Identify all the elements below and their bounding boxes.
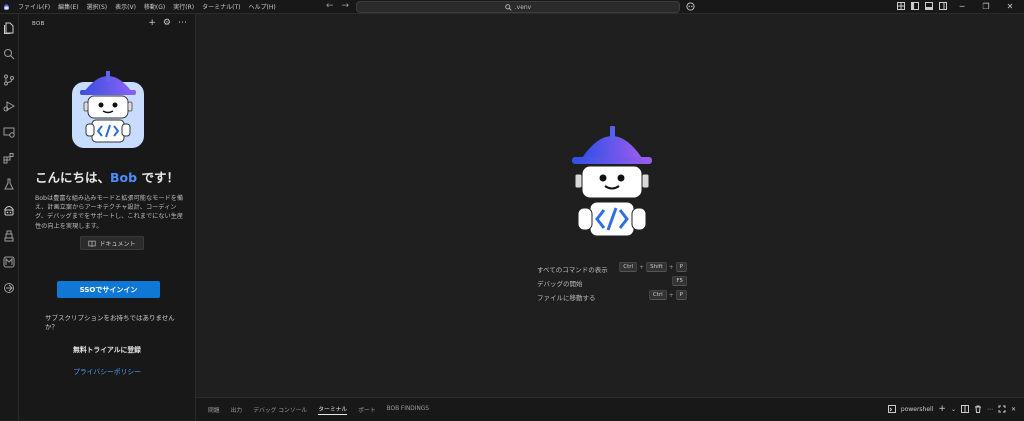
- key-cap: F5: [672, 276, 687, 286]
- tab-terminal[interactable]: ターミナル: [318, 404, 348, 415]
- bob-robot-watermark-icon: [572, 126, 652, 237]
- subscription-question: サブスクリプションをお持ちではありませんか？: [45, 314, 175, 331]
- greeting-suffix: です！: [137, 170, 179, 185]
- editor-welcome-area: すべてのコマンドの表示 Ctrl + Shift + P デバッグの開始 F5 ファ…: [196, 14, 1024, 397]
- menu-help[interactable]: ヘルプ(H): [248, 2, 275, 11]
- more-actions-icon[interactable]: ⋯: [178, 19, 187, 28]
- menu-bar: ファイル(F) 編集(E) 選択(S) 表示(V) 移動(G) 実行(R) ター…: [18, 0, 276, 13]
- tab-problems[interactable]: 問題: [208, 405, 220, 414]
- key-cap: Ctrl: [648, 290, 667, 300]
- bob-logo-icon: [72, 71, 144, 148]
- extensions-icon[interactable]: [3, 152, 15, 164]
- menu-go[interactable]: 移動(G): [144, 2, 165, 11]
- tab-output[interactable]: 出力: [231, 405, 243, 414]
- shortcut-label: ファイルに移動する: [537, 294, 596, 302]
- testing-flask-icon[interactable]: [3, 178, 15, 190]
- key-cap: P: [675, 290, 687, 300]
- activity-bar: [0, 14, 19, 420]
- run-debug-icon[interactable]: [3, 100, 16, 112]
- title-bar: ファイル(F) 編集(E) 選択(S) 表示(V) 移動(G) 実行(R) ター…: [0, 0, 1024, 14]
- key-cap: P: [675, 262, 687, 272]
- shortcut-row-go-to-file[interactable]: ファイルに移動する Ctrl + P: [537, 290, 687, 304]
- bob-sidebar: BOB + ⚙ ⋯ こんにちは、Bob です！ Bobは豊富な組み込みモードと拡…: [19, 14, 196, 420]
- trash-icon[interactable]: [974, 405, 982, 413]
- settings-gear-icon[interactable]: ⚙: [163, 19, 171, 28]
- menu-file[interactable]: ファイル(F): [18, 2, 50, 11]
- key-cap: Shift: [646, 262, 667, 272]
- greeting-name: Bob: [110, 170, 138, 185]
- toggle-secondary-sidebar-icon[interactable]: [939, 2, 947, 10]
- menu-selection[interactable]: 選択(S): [87, 2, 108, 11]
- tab-debug-console[interactable]: デバッグ コンソール: [253, 405, 307, 414]
- tab-ports[interactable]: ポート: [358, 405, 375, 414]
- back-arrow-icon[interactable]: ←: [326, 1, 334, 12]
- panel-bar: 問題 出力 デバッグ コンソール ターミナル ポート BOB FINDINGS …: [196, 397, 1024, 421]
- tower-icon[interactable]: [3, 230, 15, 242]
- documentation-button[interactable]: ドキュメント: [80, 236, 144, 250]
- menu-terminal[interactable]: ターミナル(T): [202, 2, 240, 11]
- shortcut-list: すべてのコマンドの表示 Ctrl + Shift + P デバッグの開始 F5 ファ…: [537, 262, 687, 304]
- toggle-panel-icon[interactable]: [925, 2, 933, 10]
- source-control-icon[interactable]: [3, 74, 15, 86]
- menu-edit[interactable]: 編集(E): [58, 2, 78, 11]
- key-cap: Ctrl: [619, 262, 638, 272]
- close-button[interactable]: ✕: [998, 0, 1022, 13]
- shortcut-row-show-all-commands[interactable]: すべてのコマンドの表示 Ctrl + Shift + P: [537, 262, 687, 276]
- bob-robot-icon[interactable]: [3, 204, 15, 216]
- restore-button[interactable]: ❐: [974, 0, 998, 13]
- tab-bob-findings[interactable]: BOB FINDINGS: [387, 406, 429, 412]
- terminal-icon: [887, 405, 896, 413]
- privacy-policy-link[interactable]: プライバシーポリシー: [19, 366, 195, 376]
- documentation-label: ドキュメント: [99, 240, 136, 248]
- greeting-prefix: こんにちは、: [35, 170, 111, 185]
- shortcut-row-start-debugging[interactable]: デバッグの開始 F5: [537, 276, 687, 290]
- free-trial-link[interactable]: 無料トライアルに登録: [19, 344, 195, 354]
- sync-icon[interactable]: [3, 282, 15, 294]
- shortcut-label: すべてのコマンドの表示: [537, 266, 608, 274]
- command-center-search[interactable]: .venv: [356, 1, 680, 13]
- sidebar-title: BOB: [32, 21, 45, 27]
- toggle-sidebar-icon[interactable]: [911, 2, 919, 10]
- layout-customize-icon[interactable]: [897, 2, 905, 10]
- search-text: .venv: [514, 3, 532, 11]
- sso-signin-button[interactable]: SSOでサインイン: [57, 281, 160, 298]
- new-chat-plus-icon[interactable]: +: [148, 19, 156, 28]
- remote-explorer-icon[interactable]: [3, 126, 15, 138]
- greeting-heading: こんにちは、Bob です！: [19, 167, 195, 186]
- panel-more-icon[interactable]: ⋯: [987, 406, 993, 413]
- menu-run[interactable]: 実行(R): [173, 2, 194, 11]
- explorer-icon[interactable]: [3, 22, 15, 34]
- maximize-panel-icon[interactable]: [998, 405, 1006, 413]
- search-icon: [505, 3, 512, 11]
- close-panel-icon[interactable]: ✕: [1011, 406, 1016, 413]
- new-terminal-plus-icon[interactable]: +: [938, 404, 946, 414]
- terminal-name[interactable]: powershell: [901, 406, 934, 413]
- copilot-icon[interactable]: [686, 2, 695, 11]
- terminal-dropdown-chevron-icon[interactable]: ⌄: [951, 406, 956, 413]
- minimize-button[interactable]: ─: [950, 0, 974, 13]
- forward-arrow-icon[interactable]: →: [342, 1, 350, 12]
- book-icon: [88, 240, 97, 247]
- menu-view[interactable]: 表示(V): [115, 2, 136, 11]
- shortcut-label: デバッグの開始: [537, 280, 583, 288]
- bob-description: Bobは豊富な組み込みモードと拡張可能なモードを備え、計画立案からアーキテクチャ…: [35, 195, 184, 230]
- search-view-icon[interactable]: [3, 48, 15, 60]
- app-logo-icon: [3, 4, 10, 10]
- split-terminal-icon[interactable]: [960, 405, 969, 413]
- m-app-icon[interactable]: [3, 256, 15, 268]
